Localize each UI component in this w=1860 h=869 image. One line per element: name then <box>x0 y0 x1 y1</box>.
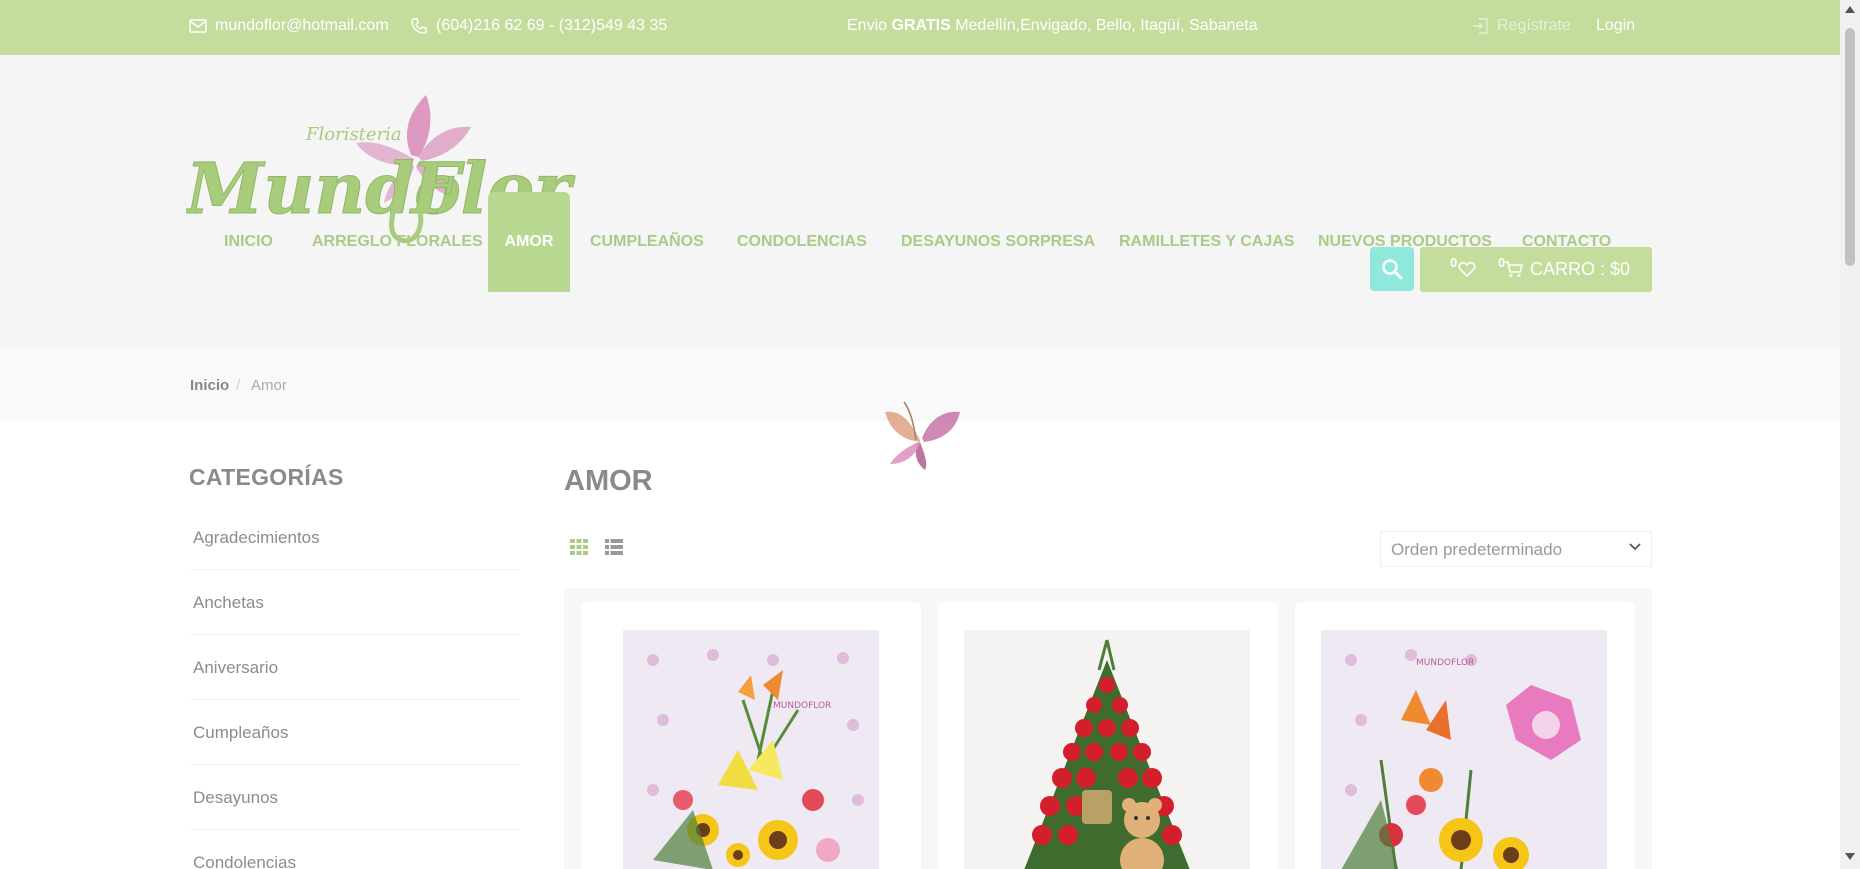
search-icon <box>1382 259 1403 280</box>
category-item-desayunos[interactable]: Desayunos <box>190 765 520 830</box>
category-item-agradecimientos[interactable]: Agradecimientos <box>190 505 520 570</box>
sign-in-icon <box>1473 18 1488 34</box>
phone-text: (604)216 62 69 - (312)549 43 35 <box>436 17 668 34</box>
shipping-cities: Medellín,Envigado, Bello, Itagüí, Sabane… <box>955 17 1258 34</box>
category-list: Agradecimientos Anchetas Aniversario Cum… <box>190 505 520 869</box>
heart-icon <box>1458 261 1476 278</box>
scroll-down-arrow-icon[interactable] <box>1845 853 1855 860</box>
scroll-up-arrow-icon[interactable] <box>1845 6 1855 13</box>
category-item-condolencias[interactable]: Condolencias <box>190 830 520 869</box>
svg-text:MUNDOFLOR: MUNDOFLOR <box>1416 658 1474 668</box>
cart-label: CARRO : $0 <box>1530 259 1631 279</box>
product-image-sunflower-balloon[interactable]: MUNDOFLOR <box>1321 630 1607 869</box>
product-card[interactable] <box>938 602 1278 869</box>
list-view-icon[interactable] <box>605 538 623 556</box>
product-image-sunflowers-lilies[interactable]: MUNDOFLOR <box>623 630 879 869</box>
shipping-notice: Envio GRATIS Medellín,Envigado, Bello, I… <box>847 17 1258 35</box>
logo-top-text: Floristeria <box>305 124 402 145</box>
nav-cumpleanos[interactable]: CUMPLEAÑOS <box>590 192 704 292</box>
nav-amor[interactable]: AMOR <box>488 192 570 292</box>
nav-inicio[interactable]: INICIO <box>224 192 273 292</box>
phone-contact[interactable]: (604)216 62 69 - (312)549 43 35 <box>410 17 667 35</box>
email-contact[interactable]: mundoflor@hotmail.com <box>189 17 389 35</box>
scrollbar-thumb[interactable] <box>1845 28 1855 266</box>
email-text: mundoflor@hotmail.com <box>215 17 389 34</box>
site-header: Floristeria Mundo Flor INICIO ARREGLO FL… <box>0 55 1840 347</box>
product-grid: MUNDOFLOR MUNDOFLOR <box>564 588 1652 869</box>
wishlist-count: 0 <box>1450 255 1458 270</box>
shipping-prefix: Envio <box>847 17 888 34</box>
shipping-free: GRATIS <box>891 17 951 34</box>
cart-icon <box>1505 261 1524 277</box>
category-item-anchetas[interactable]: Anchetas <box>190 570 520 635</box>
sort-selected-value: Orden predeterminado <box>1391 540 1563 559</box>
page-scrollbar[interactable] <box>1840 0 1860 869</box>
login-link[interactable]: Login <box>1596 17 1635 35</box>
grid-view-icon[interactable] <box>570 538 588 556</box>
search-button[interactable] <box>1370 247 1414 291</box>
top-bar: mundoflor@hotmail.com (604)216 62 69 - (… <box>0 0 1840 55</box>
sidebar-title: CATEGORÍAS <box>189 464 344 490</box>
page-title: AMOR <box>564 465 653 497</box>
category-item-cumpleanos[interactable]: Cumpleaños <box>190 700 520 765</box>
breadcrumb-separator: / <box>236 377 241 394</box>
product-card[interactable]: MUNDOFLOR <box>581 602 921 869</box>
mail-icon <box>189 19 207 33</box>
category-item-aniversario[interactable]: Aniversario <box>190 635 520 700</box>
nav-arreglo-florales[interactable]: ARREGLO FLORALES <box>312 192 483 292</box>
svg-text:MUNDOFLOR: MUNDOFLOR <box>773 701 831 711</box>
phone-icon <box>411 18 427 34</box>
chevron-down-icon <box>1629 543 1641 551</box>
product-card[interactable]: MUNDOFLOR <box>1295 602 1635 869</box>
sort-select[interactable]: Orden predeterminado <box>1380 531 1652 567</box>
nav-desayunos-sorpresa[interactable]: DESAYUNOS SORPRESA <box>901 192 1095 292</box>
nav-condolencias[interactable]: CONDOLENCIAS <box>737 192 867 292</box>
register-link[interactable]: Regístrate <box>1471 17 1571 35</box>
nav-ramilletes-y-cajas[interactable]: RAMILLETES Y CAJAS <box>1119 192 1294 292</box>
cart-button[interactable]: 0 0 CARRO : $0 <box>1420 247 1652 292</box>
breadcrumb-current: Amor <box>251 377 287 394</box>
decorative-leaf-icon <box>885 401 960 470</box>
breadcrumb-home[interactable]: Inicio <box>190 377 229 394</box>
product-image-red-roses-teddy-bear[interactable] <box>964 630 1250 869</box>
login-label: Login <box>1596 17 1636 34</box>
register-label: Regístrate <box>1497 17 1571 34</box>
